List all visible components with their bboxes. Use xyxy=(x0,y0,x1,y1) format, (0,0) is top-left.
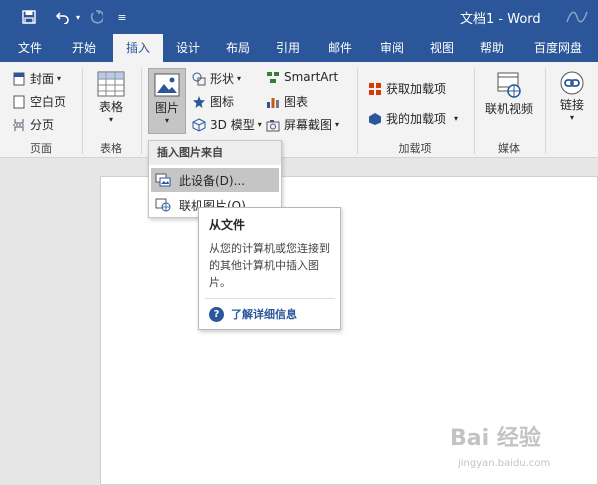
cover-page-label: 封面 xyxy=(30,72,55,86)
shapes-button[interactable]: 形状 ▾ xyxy=(192,70,241,87)
cover-page-icon xyxy=(13,72,25,85)
shapes-icon xyxy=(192,72,206,85)
blank-page-label: 空白页 xyxy=(30,95,67,109)
smartart-icon xyxy=(267,72,279,83)
this-device-menu-item[interactable]: 此设备(D)... xyxy=(151,168,279,192)
3d-model-label: 3D 模型 xyxy=(210,118,255,132)
tooltip-divider xyxy=(205,298,335,299)
group-divider xyxy=(545,68,546,154)
ribbon-display-icon[interactable] xyxy=(562,0,592,34)
table-label: 表格 xyxy=(98,100,123,114)
icons-icon xyxy=(193,95,205,108)
link-button[interactable]: 链接 ▾ xyxy=(554,70,590,122)
pages-group-label: 页面 xyxy=(30,142,52,155)
link-icon xyxy=(560,71,584,95)
page-break-button[interactable]: 分页 xyxy=(12,116,54,133)
this-device-label: 此设备(D)... xyxy=(179,173,246,188)
tooltip-title: 从文件 xyxy=(209,218,246,232)
link-label: 链接 xyxy=(559,98,584,112)
my-addins-label: 我的加载项 xyxy=(386,112,447,126)
from-file-tooltip: 从文件 从您的计算机或您连接到的其他计算机中插入图片。 ? 了解详细信息 xyxy=(198,207,341,330)
group-divider xyxy=(474,68,475,154)
table-icon xyxy=(97,71,125,97)
addins-group-label: 加载项 xyxy=(398,142,432,155)
save-icon[interactable] xyxy=(16,0,42,34)
customize-qat-icon[interactable]: ≡ xyxy=(114,0,130,34)
online-video-label: 联机视频 xyxy=(484,102,533,116)
store-icon xyxy=(369,82,381,95)
online-video-icon xyxy=(497,72,521,98)
group-divider xyxy=(82,68,83,154)
ribbon-tabs: 文件 开始 插入 设计 布局 引用 邮件 审阅 视图 帮助 百度网盘 xyxy=(0,34,598,62)
screenshot-button[interactable]: 屏幕截图 ▾ xyxy=(266,116,339,133)
baidu-watermark: Bai 经验 xyxy=(450,426,541,451)
learn-more-label: 了解详细信息 xyxy=(231,308,297,321)
tab-baidu-netdisk[interactable]: 百度网盘 xyxy=(526,34,590,62)
my-addins-icon xyxy=(369,112,381,125)
group-divider xyxy=(357,68,358,154)
help-icon: ? xyxy=(209,306,224,322)
smartart-button[interactable]: SmartArt xyxy=(266,70,338,84)
group-divider xyxy=(141,68,142,154)
smartart-label: SmartArt xyxy=(284,70,339,84)
baidu-watermark-url: jingyan.baidu.com xyxy=(458,458,551,469)
chart-icon xyxy=(267,97,279,108)
tab-references[interactable]: 引用 xyxy=(266,34,310,62)
media-group-label: 媒体 xyxy=(498,142,520,155)
blank-page-icon xyxy=(13,95,25,108)
redo-icon[interactable] xyxy=(86,0,106,34)
cover-page-button[interactable]: 封面 ▾ xyxy=(12,70,61,87)
shapes-label: 形状 xyxy=(210,72,235,86)
learn-more-link[interactable]: ? 了解详细信息 xyxy=(209,306,297,322)
3d-model-button[interactable]: 3D 模型 ▾ xyxy=(192,116,262,133)
tab-insert[interactable]: 插入 xyxy=(113,34,163,62)
my-addins-button[interactable]: 我的加载项 ▾ xyxy=(368,110,458,127)
tab-help[interactable]: 帮助 xyxy=(470,34,514,62)
chart-label: 图表 xyxy=(284,95,309,109)
undo-dropdown-icon[interactable]: ▾ xyxy=(72,0,84,34)
tab-view[interactable]: 视图 xyxy=(420,34,464,62)
pictures-button[interactable]: 图片 ▾ xyxy=(148,68,186,134)
pictures-label: 图片 xyxy=(154,101,179,115)
blank-page-button[interactable]: 空白页 xyxy=(12,93,66,110)
screenshot-icon xyxy=(266,119,280,131)
screenshot-label: 屏幕截图 xyxy=(284,118,333,132)
online-video-button[interactable]: 联机视频 xyxy=(482,70,536,117)
tab-design[interactable]: 设计 xyxy=(166,34,210,62)
tab-home[interactable]: 开始 xyxy=(62,34,106,62)
this-device-icon xyxy=(155,173,171,187)
icons-button[interactable]: 图标 xyxy=(192,93,234,110)
tab-file[interactable]: 文件 xyxy=(8,34,52,62)
tables-group-label: 表格 xyxy=(100,142,122,155)
chart-button[interactable]: 图表 xyxy=(266,93,308,110)
menu-header: 插入图片来自 xyxy=(149,141,281,165)
picture-icon xyxy=(154,73,180,97)
page-break-icon xyxy=(13,118,25,131)
icons-label: 图标 xyxy=(210,95,235,109)
3d-model-icon xyxy=(192,117,206,132)
page-break-label: 分页 xyxy=(30,118,55,132)
table-button[interactable]: 表格 ▾ xyxy=(92,70,130,124)
online-pictures-icon xyxy=(155,198,171,212)
tab-layout[interactable]: 布局 xyxy=(216,34,260,62)
ribbon: 封面 ▾ 空白页 分页 页面 表格 ▾ 表格 图片 ▾ 形状 ▾ 图标 3D 模型 ▾… xyxy=(0,62,598,158)
tab-review[interactable]: 审阅 xyxy=(370,34,414,62)
window-title: 文档1 - Word xyxy=(460,12,541,27)
title-bar: ▾ ≡ 文档1 - Word xyxy=(0,0,598,34)
tab-mailings[interactable]: 邮件 xyxy=(318,34,362,62)
get-addins-label: 获取加载项 xyxy=(386,82,447,96)
get-addins-button[interactable]: 获取加载项 xyxy=(368,80,446,97)
tooltip-description: 从您的计算机或您连接到的其他计算机中插入图片。 xyxy=(209,242,330,289)
